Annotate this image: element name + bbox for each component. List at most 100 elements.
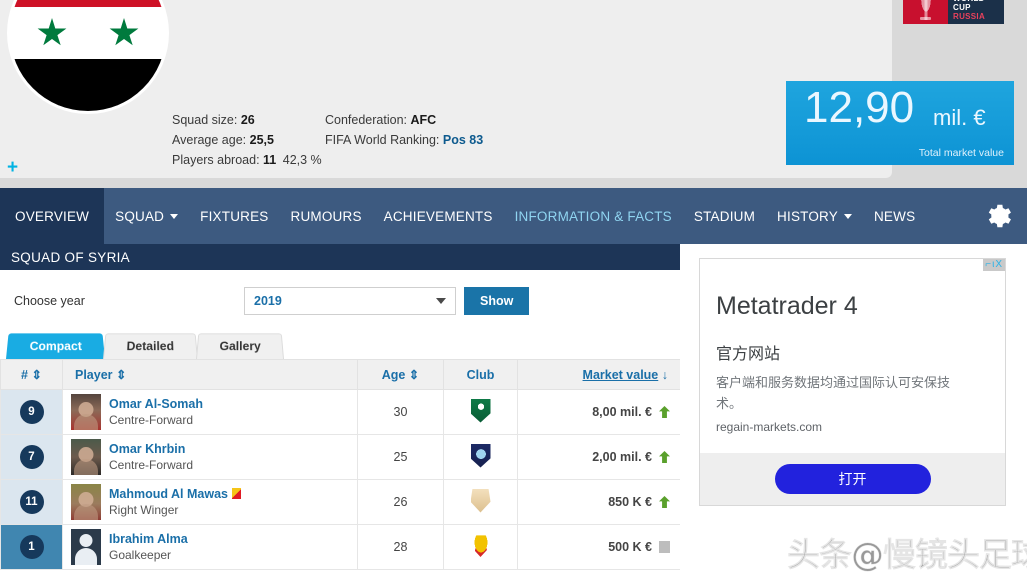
nav-item-label: OVERVIEW bbox=[15, 208, 90, 224]
club-badge-icon[interactable] bbox=[471, 535, 490, 558]
player-name-link[interactable]: Omar Al-Somah bbox=[109, 397, 203, 411]
player-position: Right Winger bbox=[109, 503, 179, 517]
nav-item-stadium[interactable]: STADIUM bbox=[683, 188, 766, 244]
nav-item-news[interactable]: NEWS bbox=[863, 188, 926, 244]
settings-gear-button[interactable] bbox=[983, 201, 1013, 231]
cell-number: 9 bbox=[0, 389, 63, 435]
player-name-link[interactable]: Ibrahim Alma bbox=[109, 532, 188, 546]
ad-cta-button[interactable]: 打开 bbox=[774, 464, 931, 494]
nav-item-label: ACHIEVEMENTS bbox=[383, 208, 493, 224]
ad-footer: 打开 bbox=[700, 453, 1005, 505]
flag-stripe-black bbox=[10, 58, 166, 111]
wc-line-2: CUP bbox=[953, 3, 971, 12]
cell-club bbox=[443, 479, 518, 525]
page-root: + Squad size: 26 Average age: 25,5 Playe… bbox=[0, 0, 1027, 588]
stat-squad-size: Squad size: 26 bbox=[172, 110, 322, 130]
nav-item-fixtures[interactable]: FIXTURES bbox=[189, 188, 279, 244]
shirt-number-badge: 9 bbox=[19, 400, 44, 424]
cell-age: 28 bbox=[357, 524, 444, 570]
stats-column-left: Squad size: 26 Average age: 25,5 Players… bbox=[172, 110, 322, 170]
player-name-link[interactable]: Omar Khrbin bbox=[109, 442, 185, 456]
tab-detailed[interactable]: Detailed bbox=[103, 333, 199, 359]
market-value-text: 850 K € bbox=[608, 495, 652, 509]
stat-value: 25,5 bbox=[249, 133, 274, 147]
gear-icon bbox=[988, 204, 1011, 228]
table-row[interactable]: 1 Ibrahim Alma Goalkeeper 28 500 K € bbox=[0, 524, 681, 570]
cell-player: Omar Al-Somah Centre-Forward bbox=[62, 389, 358, 435]
squad-table: # ⇕ Player ⇕ Age ⇕ Club Market value ↓ 9… bbox=[0, 359, 681, 570]
cell-age: 30 bbox=[357, 389, 444, 435]
col-player-label: Player bbox=[75, 368, 113, 382]
stat-label: Squad size: bbox=[172, 113, 238, 127]
shirt-number-badge: 1 bbox=[19, 535, 44, 559]
club-badge-icon[interactable] bbox=[470, 488, 491, 513]
stat-confederation: Confederation: AFC bbox=[325, 110, 483, 130]
chevron-down-icon bbox=[170, 213, 179, 219]
player-photo bbox=[71, 529, 101, 565]
squad-table-body: 9 Omar Al-Somah Centre-Forward 30 8,00 mil. … bbox=[0, 389, 681, 570]
shirt-number-badge: 7 bbox=[19, 445, 44, 469]
squad-view-tabs: Compact Detailed Gallery bbox=[0, 332, 680, 359]
column-header-number[interactable]: # ⇕ bbox=[0, 359, 63, 390]
col-age-label: Age bbox=[381, 368, 406, 382]
stat-label: Average age: bbox=[172, 133, 247, 147]
nav-item-rumours[interactable]: RUMOURS bbox=[280, 188, 373, 244]
nav-item-label: INFORMATION & FACTS bbox=[514, 208, 672, 224]
tab-gallery[interactable]: Gallery bbox=[196, 333, 285, 359]
column-header-club[interactable]: Club bbox=[443, 359, 518, 390]
nav-item-overview[interactable]: OVERVIEW bbox=[0, 188, 105, 244]
trophy-icon bbox=[917, 0, 934, 20]
player-position: Centre-Forward bbox=[109, 458, 194, 472]
nav-item-label: RUMOURS bbox=[290, 208, 362, 224]
ad-url[interactable]: regain-markets.com bbox=[716, 420, 822, 434]
cell-number: 7 bbox=[0, 434, 63, 480]
nav-item-history[interactable]: HISTORY bbox=[766, 188, 863, 244]
nav-item-achievements[interactable]: ACHIEVEMENTS bbox=[373, 188, 504, 244]
trend-up-icon bbox=[659, 451, 670, 463]
nav-item-label: FIXTURES bbox=[200, 208, 269, 224]
adchoices-close-icon[interactable]: ⌐ιX bbox=[983, 259, 1005, 271]
column-header-age[interactable]: Age ⇕ bbox=[357, 359, 444, 390]
wc-line-3: RUSSIA bbox=[953, 12, 986, 21]
cell-club bbox=[443, 524, 518, 570]
table-row[interactable]: 7 Omar Khrbin Centre-Forward 25 2,00 mil. € bbox=[0, 434, 681, 480]
stat-extra: 42,3 % bbox=[282, 153, 322, 167]
ad-title: Metatrader 4 bbox=[716, 292, 858, 320]
cell-market-value: 8,00 mil. € bbox=[517, 389, 681, 435]
club-badge-icon[interactable] bbox=[470, 398, 491, 423]
cell-market-value: 2,00 mil. € bbox=[517, 434, 681, 480]
chevron-down-icon bbox=[843, 213, 852, 219]
table-row[interactable]: 9 Omar Al-Somah Centre-Forward 30 8,00 mil. … bbox=[0, 389, 681, 435]
squad-panel-title: SQUAD OF SYRIA bbox=[0, 244, 680, 270]
year-select-value: 2019 bbox=[254, 294, 282, 308]
trend-up-icon bbox=[659, 496, 670, 508]
col-club-label: Club bbox=[466, 367, 495, 382]
choose-year-label: Choose year bbox=[14, 294, 85, 308]
year-select[interactable]: 2019 bbox=[244, 287, 456, 315]
player-name-link[interactable]: Mahmoud Al Mawas bbox=[109, 487, 228, 501]
stat-label: Confederation: bbox=[325, 113, 408, 127]
cell-player: Ibrahim Alma Goalkeeper bbox=[62, 524, 358, 570]
stat-value: AFC bbox=[410, 113, 437, 127]
player-position: Centre-Forward bbox=[109, 413, 194, 427]
column-header-player[interactable]: Player ⇕ bbox=[62, 359, 358, 390]
club-header-card: + Squad size: 26 Average age: 25,5 Playe… bbox=[0, 0, 892, 178]
advertisement-box[interactable]: ⌐ιX Metatrader 4 官方网站 客户端和服务数据均通过国际认可安保技… bbox=[699, 258, 1006, 506]
market-value-caption: Total market value bbox=[918, 147, 1004, 159]
world-cup-text-block: WORLD CUP RUSSIA bbox=[948, 0, 1004, 24]
nav-item-information-facts[interactable]: INFORMATION & FACTS bbox=[504, 188, 683, 244]
year-filter-row: Choose year 2019 Show bbox=[0, 270, 680, 332]
stat-value-link[interactable]: Pos 83 bbox=[443, 133, 483, 147]
tab-compact[interactable]: Compact bbox=[6, 333, 106, 359]
flag-stripe-white bbox=[10, 6, 166, 60]
expand-plus-icon[interactable]: + bbox=[7, 158, 18, 177]
club-badge-icon[interactable] bbox=[470, 443, 491, 468]
nav-item-squad[interactable]: SQUAD bbox=[104, 188, 189, 244]
show-button[interactable]: Show bbox=[464, 287, 530, 315]
country-flag-syria bbox=[10, 0, 166, 111]
stat-players-abroad: Players abroad: 11 42,3 % bbox=[172, 150, 322, 170]
nav-item-label: STADIUM bbox=[693, 208, 756, 224]
column-header-market-value[interactable]: Market value ↓ bbox=[517, 359, 681, 390]
stat-fifa-ranking: FIFA World Ranking: Pos 83 bbox=[325, 130, 483, 150]
table-row[interactable]: 11 Mahmoud Al Mawas Right Winger 26 850 K € bbox=[0, 479, 681, 525]
